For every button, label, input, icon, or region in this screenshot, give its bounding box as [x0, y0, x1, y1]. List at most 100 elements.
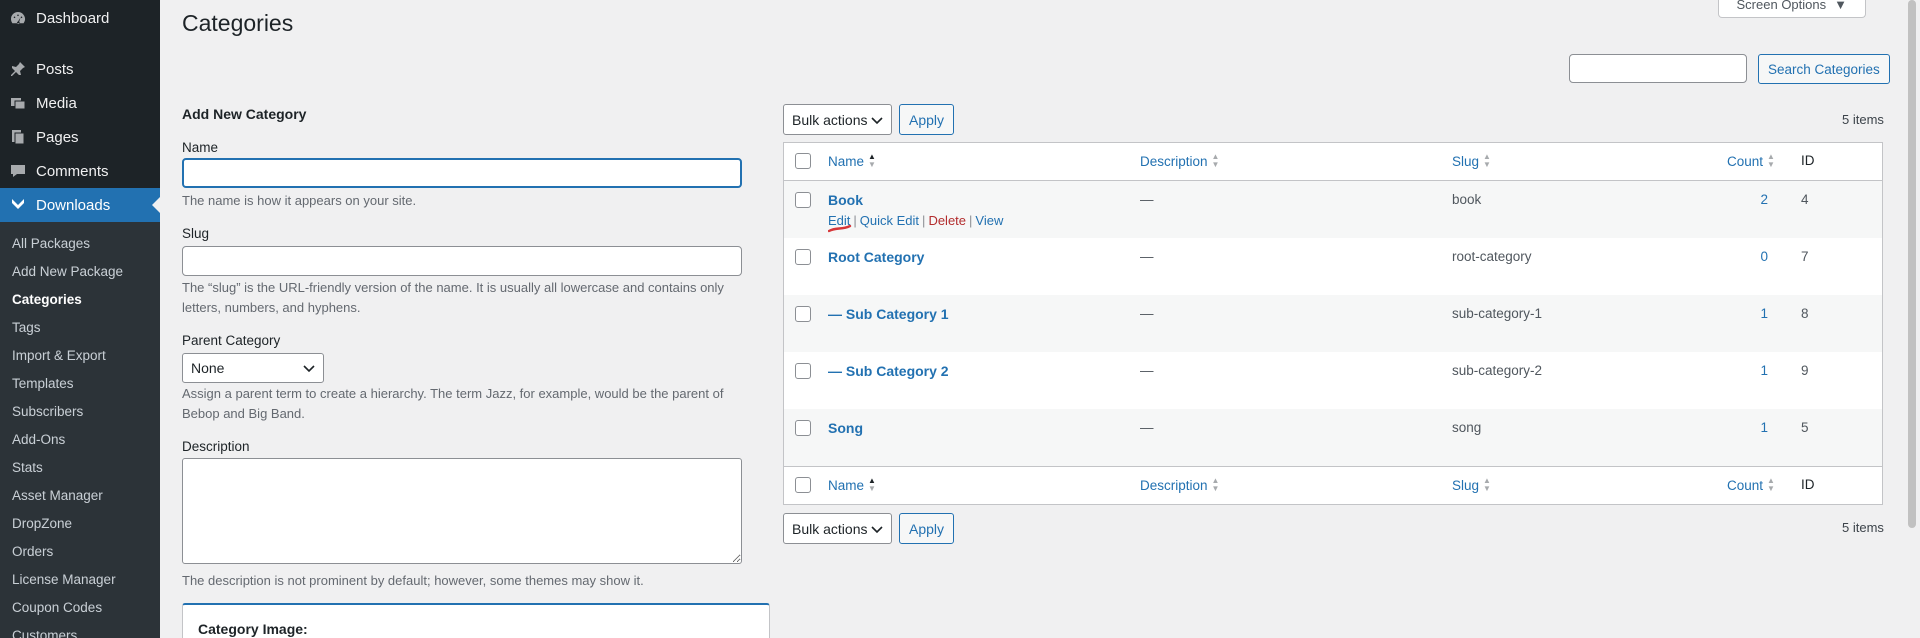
column-description-label: Description: [1140, 477, 1208, 493]
submenu-add-ons[interactable]: Add-Ons: [0, 426, 160, 454]
bulk-actions-label: Bulk actions: [792, 111, 868, 128]
submenu-customers[interactable]: Customers: [0, 622, 160, 638]
row-checkbox[interactable]: [795, 363, 811, 379]
main-content: Categories Screen Options ▼ Search Categ…: [160, 0, 1904, 638]
category-description: —: [1140, 306, 1154, 321]
download-icon: [10, 197, 26, 213]
menu-media-label: Media: [36, 94, 77, 112]
category-count-link[interactable]: 2: [1744, 192, 1768, 207]
menu-dashboard[interactable]: Dashboard: [0, 1, 160, 35]
sort-indicator-icon: ▲ ▼: [1483, 152, 1491, 169]
categories-table: Name ▲ ▼ Description ▲ ▼ Slug ▲ ▼ Count ▲ ▼ …: [783, 142, 1883, 505]
parent-category-value: None: [191, 360, 225, 376]
category-id: 7: [1801, 249, 1809, 264]
category-count-link[interactable]: 1: [1744, 363, 1768, 378]
sort-indicator-icon: ▲ ▼: [1483, 476, 1491, 493]
parent-category-label: Parent Category: [182, 333, 281, 348]
submenu-orders[interactable]: Orders: [0, 538, 160, 566]
category-name-link[interactable]: — Sub Category 2: [828, 363, 949, 379]
category-count-link[interactable]: 0: [1744, 249, 1768, 264]
category-description: —: [1140, 192, 1154, 207]
menu-downloads[interactable]: Downloads: [0, 188, 160, 222]
scrollbar-thumb[interactable]: [1908, 0, 1916, 528]
view-link[interactable]: View: [975, 213, 1003, 228]
bulk-actions-select-top[interactable]: Bulk actions: [783, 104, 892, 135]
screen-options-button[interactable]: Screen Options ▼: [1717, 0, 1866, 18]
delete-link[interactable]: Delete: [928, 213, 966, 228]
sort-indicator-icon: ▲ ▼: [1211, 152, 1220, 169]
apply-button-bottom[interactable]: Apply: [899, 513, 954, 544]
name-field[interactable]: [182, 158, 742, 188]
slug-field[interactable]: [182, 246, 742, 276]
submenu-import-export[interactable]: Import & Export: [0, 342, 160, 370]
submenu-subscribers[interactable]: Subscribers: [0, 398, 160, 426]
parent-category-select[interactable]: None: [182, 353, 324, 383]
row-actions: Edit | Quick Edit | Delete | View: [828, 213, 1003, 228]
name-help: The name is how it appears on your site.: [182, 193, 417, 208]
apply-button-top[interactable]: Apply: [899, 104, 954, 135]
column-name-header[interactable]: Name ▲ ▼: [828, 153, 876, 169]
select-all-checkbox[interactable]: [795, 153, 811, 169]
column-count-header[interactable]: Count ▲ ▼: [1727, 153, 1775, 169]
category-slug: sub-category-1: [1452, 306, 1543, 321]
submenu-tags[interactable]: Tags: [0, 314, 160, 342]
sort-indicator-icon: ▲ ▼: [868, 476, 876, 493]
category-count-link[interactable]: 1: [1744, 420, 1768, 435]
category-name-link[interactable]: Song: [828, 420, 863, 436]
sort-indicator-icon: ▲ ▼: [1211, 476, 1220, 493]
column-name-label: Name: [828, 153, 865, 169]
sort-indicator-icon: ▲ ▼: [1767, 152, 1775, 169]
category-name-link[interactable]: — Sub Category 1: [828, 306, 949, 322]
column-name-footer[interactable]: Name ▲ ▼: [828, 477, 876, 493]
submenu-categories[interactable]: Categories: [0, 286, 160, 314]
submenu-dropzone[interactable]: DropZone: [0, 510, 160, 538]
pages-icon: [10, 129, 26, 145]
submenu-stats[interactable]: Stats: [0, 454, 160, 482]
column-slug-label: Slug: [1452, 153, 1480, 169]
separator: |: [922, 213, 926, 228]
chevron-down-icon: [871, 112, 883, 128]
menu-dashboard-label: Dashboard: [36, 9, 110, 27]
category-name-link[interactable]: Book: [828, 192, 863, 208]
column-description-label: Description: [1140, 153, 1208, 169]
description-textarea[interactable]: [182, 458, 742, 564]
row-checkbox[interactable]: [795, 249, 811, 265]
row-checkbox[interactable]: [795, 306, 811, 322]
column-count-footer[interactable]: Count ▲ ▼: [1727, 477, 1775, 493]
select-all-checkbox-footer[interactable]: [795, 477, 811, 493]
name-label: Name: [182, 140, 219, 155]
menu-comments[interactable]: Comments: [0, 154, 160, 188]
submenu-asset-manager[interactable]: Asset Manager: [0, 482, 160, 510]
column-description-header[interactable]: Description ▲ ▼: [1140, 153, 1219, 169]
quick-edit-link[interactable]: Quick Edit: [860, 213, 919, 228]
description-label: Description: [182, 439, 250, 454]
submenu-license-manager[interactable]: License Manager: [0, 566, 160, 594]
menu-media[interactable]: Media: [0, 86, 160, 120]
submenu-all-packages[interactable]: All Packages: [0, 230, 160, 258]
category-id: 9: [1801, 363, 1809, 378]
category-id: 8: [1801, 306, 1809, 321]
bulk-actions-select-bottom[interactable]: Bulk actions: [783, 513, 892, 544]
menu-pages[interactable]: Pages: [0, 120, 160, 154]
submenu-templates[interactable]: Templates: [0, 370, 160, 398]
media-icon: [10, 95, 26, 111]
downloads-submenu: All Packages Add New Package Categories …: [0, 222, 160, 638]
submenu-coupon-codes[interactable]: Coupon Codes: [0, 594, 160, 622]
submenu-add-new-package[interactable]: Add New Package: [0, 258, 160, 286]
menu-posts[interactable]: Posts: [0, 52, 160, 86]
column-slug-footer[interactable]: Slug ▲ ▼: [1452, 477, 1491, 493]
sort-indicator-icon: ▲ ▼: [868, 152, 876, 169]
column-id-header: ID: [1801, 153, 1815, 168]
search-categories-button[interactable]: Search Categories: [1758, 54, 1890, 84]
column-id-footer: ID: [1801, 477, 1815, 492]
row-checkbox[interactable]: [795, 420, 811, 436]
page-scrollbar[interactable]: [1904, 0, 1920, 638]
category-count-link[interactable]: 1: [1744, 306, 1768, 321]
row-checkbox[interactable]: [795, 192, 811, 208]
search-input[interactable]: [1569, 54, 1747, 83]
column-slug-header[interactable]: Slug ▲ ▼: [1452, 153, 1491, 169]
column-count-label: Count: [1727, 153, 1764, 169]
category-name-link[interactable]: Root Category: [828, 249, 924, 265]
column-description-footer[interactable]: Description ▲ ▼: [1140, 477, 1219, 493]
parent-category-help: Assign a parent term to create a hierarc…: [182, 386, 724, 421]
